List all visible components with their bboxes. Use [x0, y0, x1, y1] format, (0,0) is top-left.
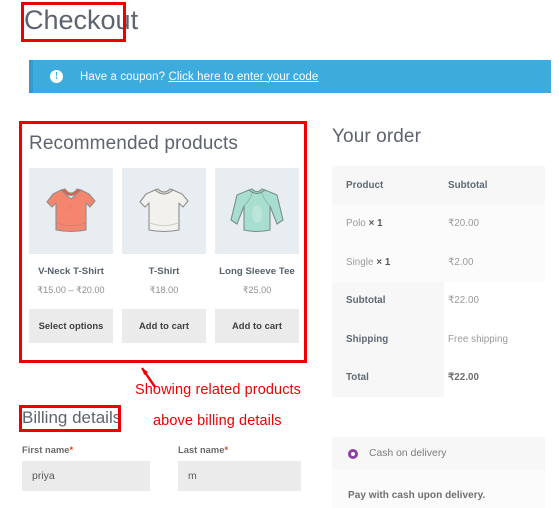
first-name-field-group: First name*	[22, 445, 150, 491]
product-card[interactable]: Long Sleeve Tee ₹25.00 Add to cart	[215, 168, 299, 343]
product-name[interactable]: T-Shirt	[122, 266, 206, 278]
product-thumbnail[interactable]	[29, 168, 113, 254]
coupon-notice: ! Have a coupon? Click here to enter you…	[29, 60, 551, 93]
last-name-label: Last name*	[178, 445, 229, 455]
table-row-subtotal: Subtotal ₹22.00	[332, 281, 545, 320]
required-mark: *	[69, 445, 74, 455]
subtotal-label: Subtotal	[332, 281, 444, 320]
total-label: Total	[332, 358, 444, 397]
product-thumbnail[interactable]	[122, 168, 206, 254]
product-grid: V-Neck T-Shirt ₹15.00 – ₹20.00 Select op…	[29, 168, 300, 343]
shipping-value: Free shipping	[444, 320, 545, 359]
vneck-tshirt-coral-icon	[46, 188, 96, 233]
table-row: Single × 1 ₹2.00	[332, 243, 545, 282]
info-icon: !	[50, 70, 63, 83]
column-header-subtotal: Subtotal	[444, 166, 545, 205]
coupon-text: Have a coupon? Click here to enter your …	[80, 71, 318, 83]
radio-button-icon[interactable]	[348, 448, 358, 459]
total-value: ₹22.00	[444, 358, 545, 397]
payment-method-description: Pay with cash upon delivery.	[348, 490, 486, 501]
first-name-label: First name*	[22, 445, 74, 455]
billing-details-heading: Billing details	[22, 408, 122, 427]
coupon-prompt: Have a coupon?	[80, 70, 169, 83]
product-card[interactable]: T-Shirt ₹18.00 Add to cart	[122, 168, 206, 343]
order-item-qty: × 1	[368, 218, 383, 230]
table-header-row: Product Subtotal	[332, 166, 545, 205]
recommended-products-heading: Recommended products	[29, 133, 238, 154]
add-to-cart-button[interactable]: Add to cart	[122, 309, 206, 343]
order-item-qty: × 1	[376, 256, 391, 268]
tshirt-white-icon	[139, 188, 189, 233]
long-sleeve-tee-mint-icon	[230, 188, 284, 233]
last-name-field-group: Last name*	[178, 445, 301, 491]
required-mark: *	[224, 445, 229, 455]
order-item-name: Single × 1	[332, 243, 444, 282]
subtotal-value: ₹22.00	[444, 281, 545, 320]
order-item-subtotal: ₹20.00	[444, 204, 545, 243]
column-header-product: Product	[332, 166, 444, 205]
shipping-label: Shipping	[332, 320, 444, 359]
select-options-button[interactable]: Select options	[29, 309, 113, 343]
product-name[interactable]: Long Sleeve Tee	[215, 266, 299, 278]
product-thumbnail[interactable]	[215, 168, 299, 254]
last-name-input[interactable]	[178, 461, 301, 491]
coupon-link[interactable]: Click here to enter your code	[168, 71, 318, 83]
product-price: ₹18.00	[149, 285, 179, 295]
annotation-text-line1: Showing related products	[135, 382, 302, 398]
table-row-shipping: Shipping Free shipping	[332, 320, 545, 359]
table-row: Polo × 1 ₹20.00	[332, 204, 545, 243]
page-title: Checkout	[24, 5, 139, 35]
table-row-total: Total ₹22.00	[332, 358, 545, 397]
payment-methods-box: Cash on delivery Pay with cash upon deli…	[332, 437, 545, 508]
order-item-subtotal: ₹2.00	[444, 243, 545, 282]
first-name-input[interactable]	[22, 461, 150, 491]
order-summary-table: Product Subtotal Polo × 1 ₹20.00 Single …	[332, 166, 545, 397]
product-name[interactable]: V-Neck T-Shirt	[29, 266, 113, 278]
product-card[interactable]: V-Neck T-Shirt ₹15.00 – ₹20.00 Select op…	[29, 168, 113, 343]
payment-method-label: Cash on delivery	[369, 448, 447, 459]
product-price: ₹25.00	[242, 285, 272, 295]
payment-method-cash-on-delivery[interactable]: Cash on delivery	[332, 437, 545, 470]
annotation-text-line2: above billing details	[153, 413, 282, 429]
order-item-name: Polo × 1	[332, 204, 444, 243]
product-price: ₹15.00 – ₹20.00	[37, 285, 105, 295]
add-to-cart-button[interactable]: Add to cart	[215, 309, 299, 343]
your-order-heading: Your order	[332, 126, 422, 147]
